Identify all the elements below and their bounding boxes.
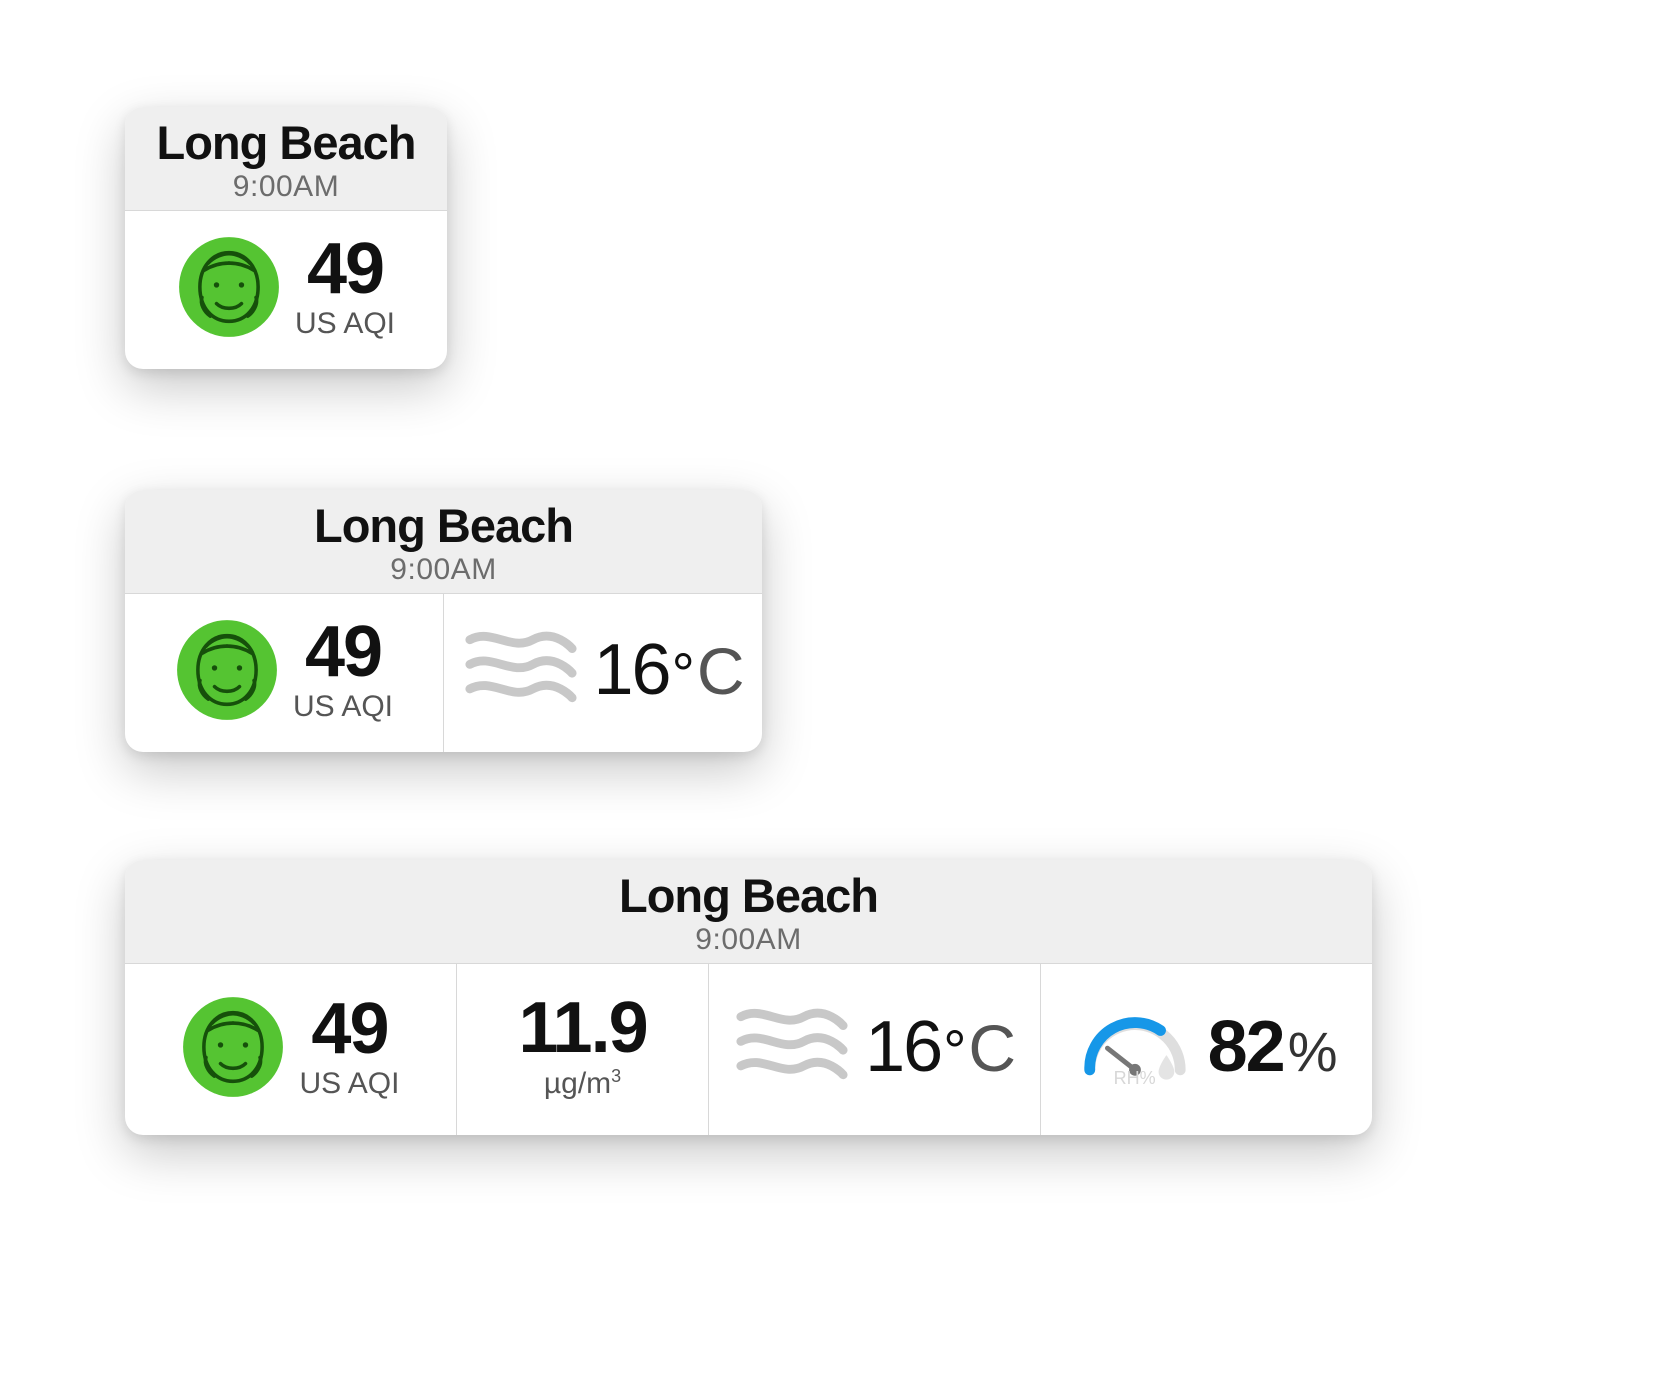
degree-symbol: ° xyxy=(672,641,695,708)
face-good-icon xyxy=(181,995,285,1099)
aqi-cell: 49 US AQI xyxy=(125,594,444,752)
temperature-unit: C xyxy=(968,1010,1016,1086)
location-name: Long Beach xyxy=(125,498,762,553)
wind-icon xyxy=(733,1002,851,1092)
aqi-metric: 49 US AQI xyxy=(299,993,399,1101)
pm-unit-sup: 3 xyxy=(611,1066,621,1086)
temperature-value: 16 xyxy=(594,629,670,711)
widget-header: Long Beach 9:00AM xyxy=(125,860,1372,964)
timestamp: 9:00AM xyxy=(125,923,1372,957)
aqi-cell: 49 US AQI xyxy=(125,964,457,1135)
location-name: Long Beach xyxy=(125,868,1372,923)
humidity-gauge-label: RH% xyxy=(1076,1068,1194,1089)
pm-cell: 11.9 µg/m3 xyxy=(457,964,709,1135)
aqi-unit: US AQI xyxy=(295,307,395,341)
aqi-widget-large[interactable]: Long Beach 9:00AM xyxy=(125,860,1372,1135)
aqi-widget-small[interactable]: Long Beach 9:00AM xyxy=(125,107,447,369)
aqi-widget-medium[interactable]: Long Beach 9:00AM xyxy=(125,490,762,752)
humidity-unit: % xyxy=(1288,1019,1338,1084)
temperature-metric: 16 ° C xyxy=(865,1006,1016,1088)
aqi-unit: US AQI xyxy=(299,1067,399,1101)
humidity-gauge-icon: RH% xyxy=(1076,1001,1194,1093)
aqi-value: 49 xyxy=(295,233,395,305)
location-name: Long Beach xyxy=(125,115,447,170)
aqi-cell: 49 US AQI xyxy=(125,211,447,369)
temperature-unit: C xyxy=(697,633,745,709)
timestamp: 9:00AM xyxy=(125,170,447,204)
aqi-unit: US AQI xyxy=(293,690,393,724)
degree-symbol: ° xyxy=(943,1018,966,1085)
pm-unit: µg/m3 xyxy=(518,1066,646,1101)
aqi-metric: 49 US AQI xyxy=(295,233,395,341)
aqi-value: 49 xyxy=(293,616,393,688)
widget-body: 49 US AQI 16 ° C xyxy=(125,594,762,752)
timestamp: 9:00AM xyxy=(125,553,762,587)
pm-unit-prefix: µg/m xyxy=(544,1067,611,1100)
widget-body: 49 US AQI 11.9 µg/m3 xyxy=(125,964,1372,1135)
widget-body: 49 US AQI xyxy=(125,211,447,369)
pm-value: 11.9 xyxy=(518,992,646,1064)
widget-header: Long Beach 9:00AM xyxy=(125,107,447,211)
humidity-metric: 82 % xyxy=(1208,1006,1338,1088)
aqi-metric: 49 US AQI xyxy=(293,616,393,724)
temperature-value: 16 xyxy=(865,1006,941,1088)
temperature-metric: 16 ° C xyxy=(594,629,745,711)
aqi-value: 49 xyxy=(299,993,399,1065)
face-good-icon xyxy=(175,618,279,722)
temperature-cell: 16 ° C xyxy=(709,964,1041,1135)
wind-icon xyxy=(462,625,580,715)
temperature-cell: 16 ° C xyxy=(444,594,762,752)
face-good-icon xyxy=(177,235,281,339)
pm-metric: 11.9 µg/m3 xyxy=(518,992,646,1101)
humidity-cell: RH% 82 % xyxy=(1041,964,1372,1135)
widget-header: Long Beach 9:00AM xyxy=(125,490,762,594)
humidity-value: 82 xyxy=(1208,1006,1284,1088)
